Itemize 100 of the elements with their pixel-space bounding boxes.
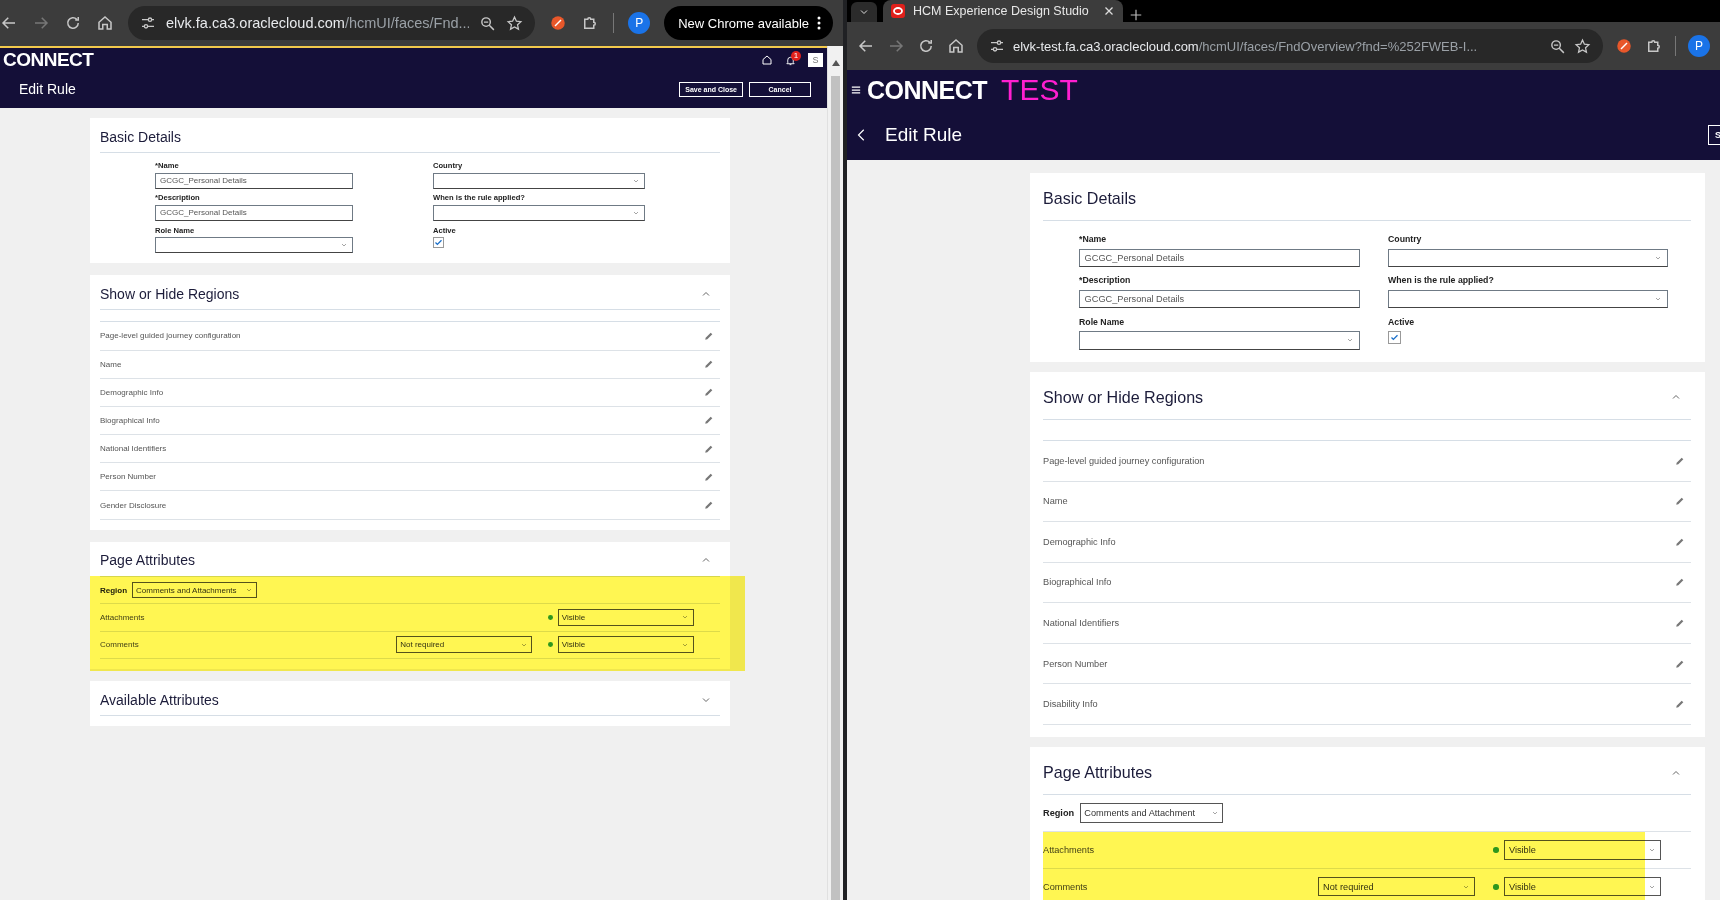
- section-title: Page Attributes: [100, 552, 195, 569]
- edit-icon[interactable]: [1674, 536, 1685, 547]
- field-label: Country: [1388, 234, 1423, 245]
- region-name: National Identifiers: [100, 444, 168, 454]
- edit-icon[interactable]: [704, 387, 715, 398]
- section-title: Show or Hide Regions: [100, 285, 240, 302]
- edit-icon[interactable]: [1674, 577, 1685, 588]
- requirement-dropdown[interactable]: Not required: [1318, 877, 1475, 897]
- dropdown-field[interactable]: [433, 172, 645, 189]
- edit-icon[interactable]: [704, 415, 715, 426]
- region-dropdown[interactable]: Comments and Attachments: [131, 581, 257, 599]
- region-name: Disability Info: [1043, 699, 1099, 710]
- visibility-dropdown[interactable]: Visible: [1504, 877, 1661, 897]
- visibility-dropdown[interactable]: Visible: [557, 609, 694, 626]
- text-field[interactable]: GCGC_Personal Details: [1079, 289, 1360, 309]
- extension-icon[interactable]: [549, 14, 568, 32]
- menu-icon[interactable]: [851, 85, 861, 95]
- edit-icon[interactable]: [704, 471, 715, 482]
- reload-icon[interactable]: [64, 14, 82, 32]
- puzzle-icon[interactable]: [1645, 37, 1663, 55]
- attribute-name: Comments: [100, 640, 140, 650]
- page-title: Edit Rule: [885, 124, 963, 146]
- region-name: Person Number: [1043, 658, 1109, 669]
- edit-icon[interactable]: [1674, 496, 1685, 507]
- field-label: Role Name: [1079, 316, 1126, 327]
- site-settings-icon: [989, 38, 1005, 54]
- region-name: Biographical Info: [1043, 577, 1113, 588]
- page-title: Edit Rule: [19, 81, 76, 97]
- star-icon[interactable]: [506, 14, 524, 32]
- url-text: elvk.fa.ca3.oraclecloud.com/hcmUI/faces/Fnd...: [166, 15, 470, 31]
- edit-icon[interactable]: [1674, 455, 1685, 466]
- edit-icon[interactable]: [704, 330, 715, 341]
- text-field[interactable]: GCGC_Personal Details: [155, 204, 353, 221]
- app-logo: CONNECT: [867, 75, 988, 105]
- profile-avatar[interactable]: P: [1688, 35, 1710, 57]
- home-icon[interactable]: [947, 37, 965, 55]
- zoom-icon[interactable]: [479, 14, 497, 32]
- text-field[interactable]: GCGC_Personal Details: [1079, 248, 1360, 268]
- edit-icon[interactable]: [704, 443, 715, 454]
- header-button[interactable]: S: [1708, 125, 1720, 145]
- edit-icon[interactable]: [704, 500, 715, 511]
- edit-icon[interactable]: [1674, 618, 1685, 628]
- dropdown-field[interactable]: [155, 236, 353, 253]
- requirement-dropdown[interactable]: Not required: [396, 636, 533, 654]
- region-label: Region: [100, 585, 128, 595]
- section-title: Show or Hide Regions: [1043, 387, 1204, 407]
- bell-icon[interactable]: [785, 54, 796, 66]
- address-bar[interactable]: elvk-test.fa.ca3.oraclecloud.com/hcmUI/faces/FndOverview?fnd=%252FWEB-I...: [977, 29, 1603, 63]
- field-label: Active: [1388, 316, 1416, 327]
- dropdown-field[interactable]: [1388, 289, 1668, 309]
- back-icon[interactable]: [0, 14, 18, 32]
- region-name: Demographic Info: [100, 387, 165, 397]
- update-button[interactable]: New Chrome available: [664, 6, 833, 40]
- user-avatar[interactable]: S: [808, 53, 823, 67]
- extension-icon[interactable]: [1615, 37, 1633, 55]
- address-bar[interactable]: elvk.fa.ca3.oraclecloud.com/hcmUI/faces/Fnd...: [128, 6, 536, 40]
- edit-icon[interactable]: [1674, 699, 1685, 710]
- home-icon[interactable]: [96, 14, 114, 32]
- scrollbar[interactable]: [827, 46, 843, 900]
- region-name: Demographic Info: [1043, 536, 1117, 547]
- browser-tab[interactable]: HCM Experience Design Studio: [883, 0, 1123, 22]
- edit-icon[interactable]: [704, 359, 715, 370]
- visibility-dropdown[interactable]: Visible: [557, 636, 694, 654]
- dropdown-field[interactable]: [1079, 331, 1360, 350]
- visibility-dropdown[interactable]: Visible: [1504, 840, 1661, 860]
- checkbox[interactable]: [433, 236, 445, 249]
- url-text: elvk-test.fa.ca3.oraclecloud.com/hcmUI/faces/FndOverview?fnd=%252FWEB-I...: [1013, 38, 1479, 54]
- region-name: Person Number: [100, 472, 158, 482]
- region-name: Name: [1043, 496, 1069, 507]
- home-icon[interactable]: [761, 54, 773, 66]
- back-icon[interactable]: [857, 37, 875, 55]
- text-field[interactable]: GCGC_Personal Details: [155, 172, 353, 189]
- status-dot-icon: [1493, 884, 1499, 890]
- edit-icon[interactable]: [1674, 658, 1685, 669]
- new-tab-icon[interactable]: [1129, 8, 1143, 22]
- reload-icon[interactable]: [917, 37, 935, 55]
- close-icon[interactable]: [1103, 5, 1115, 17]
- dropdown-field[interactable]: [1388, 248, 1668, 268]
- site-settings-icon: [140, 15, 156, 31]
- region-label: Region: [1043, 808, 1075, 819]
- checkbox[interactable]: [1388, 331, 1401, 345]
- section-title: Page Attributes: [1043, 763, 1153, 782]
- scroll-up-icon: [831, 60, 840, 66]
- region-name: Name: [100, 359, 123, 369]
- field-label: When is the rule applied?: [1388, 275, 1495, 286]
- notification-badge: 1: [791, 50, 801, 61]
- profile-avatar[interactable]: P: [628, 12, 651, 34]
- star-icon[interactable]: [1574, 37, 1591, 55]
- section-title: Basic Details: [1043, 189, 1137, 209]
- region-name: Page-level guided journey configuration: [1043, 455, 1206, 466]
- field-label: *Description: [1079, 275, 1132, 286]
- dropdown-field[interactable]: [433, 204, 645, 221]
- attribute-name: Comments: [1043, 881, 1089, 892]
- forward-icon[interactable]: [32, 14, 50, 32]
- attribute-name: Attachments: [100, 612, 146, 622]
- zoom-icon[interactable]: [1549, 37, 1566, 55]
- forward-icon[interactable]: [887, 37, 905, 55]
- region-name: Gender Disclosure: [100, 500, 168, 510]
- region-dropdown[interactable]: Comments and Attachment: [1079, 803, 1224, 823]
- region-name: Page-level guided journey configuration: [100, 331, 242, 341]
